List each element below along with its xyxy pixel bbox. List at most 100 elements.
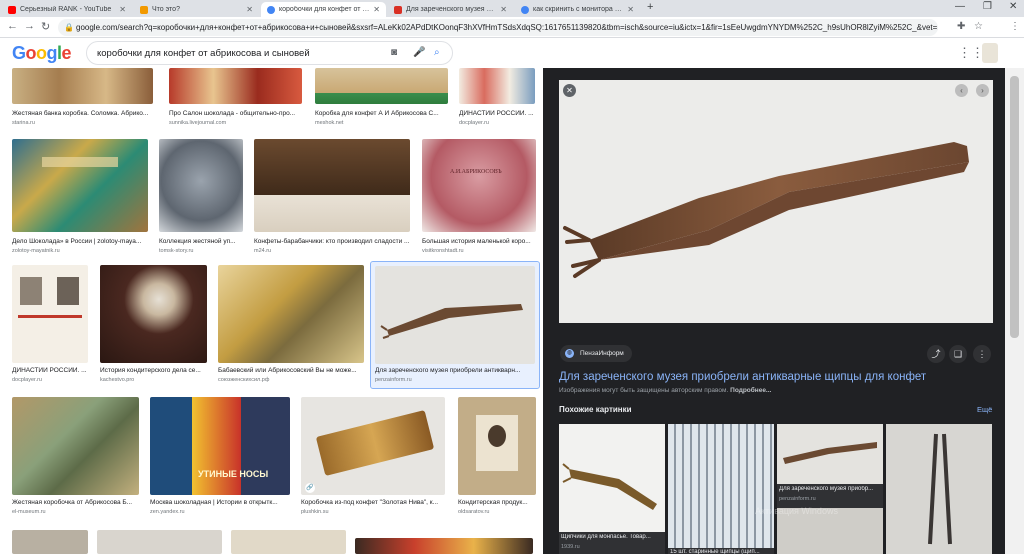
result-item[interactable]: А.И.АБРИКОСОВЪ Большая история маленькой… [422, 139, 538, 255]
extension-icon[interactable]: ✚ [957, 21, 965, 32]
result-item[interactable]: Коллекция жестяной уп... tomsk-story.ru [159, 139, 245, 255]
bookmark-icon[interactable]: ❑ [949, 345, 967, 363]
close-tab-icon[interactable]: ✕ [500, 5, 507, 14]
related-heading: Похожие картинки [559, 405, 632, 414]
minimize-icon[interactable]: — [955, 1, 965, 12]
tab-penzainform[interactable]: Для зареченского музея приобр...✕ [388, 2, 513, 17]
scrollbar-thumb[interactable] [1010, 76, 1019, 338]
result-thumbnail[interactable] [12, 68, 153, 104]
browser-tab-bar: Серьезный RANK - YouTube ✕ Что это? ✕ коро… [0, 0, 1024, 17]
related-item[interactable]: Щипчики для монпасье. Товар... 1939.ru [559, 424, 665, 554]
prev-image-icon[interactable]: ‹ [955, 84, 968, 97]
site-icon [140, 5, 148, 14]
result-item[interactable]: Про Салон шоколада - общительно-про... s… [169, 68, 304, 128]
result-item[interactable]: Кондитерская продук... oldsaratov.ru [458, 397, 538, 517]
result-thumbnail[interactable] [459, 68, 535, 104]
result-item-selected[interactable]: Для зареченского музея приобрели антиква… [370, 261, 540, 389]
result-thumbnail[interactable] [12, 139, 148, 232]
related-item[interactable]: Для зареченского музея приобр... penzain… [777, 424, 883, 554]
forward-icon[interactable]: → [24, 20, 35, 32]
more-options-icon[interactable]: ⋮ [973, 345, 991, 363]
related-thumbnail[interactable] [668, 424, 774, 548]
preview-title[interactable]: Для зареченского музея приобрели антиква… [559, 371, 926, 383]
scrollbar[interactable] [1005, 68, 1024, 554]
result-thumbnail[interactable] [12, 265, 88, 363]
close-tab-icon[interactable]: ✕ [246, 5, 253, 14]
related-thumbnail[interactable] [777, 424, 883, 484]
back-icon[interactable]: ← [7, 20, 18, 32]
url-field[interactable]: 🔒 google.com/search?q=коробочки+для+конф… [58, 19, 938, 36]
result-thumbnail[interactable]: А.И.АБРИКОСОВЪ [422, 139, 536, 232]
result-thumbnail[interactable]: УТИНЫЕ НОСЫ [150, 397, 290, 495]
related-thumbnail[interactable] [559, 424, 665, 532]
result-thumbnail[interactable] [218, 265, 364, 363]
result-thumbnail[interactable] [100, 265, 207, 363]
result-thumbnail[interactable] [12, 530, 88, 554]
result-thumbnail[interactable] [355, 538, 533, 554]
result-item[interactable]: ДИНАСТИИ РОССИИ. ... docplayer.ru [12, 265, 92, 385]
google-logo[interactable]: Google [12, 43, 72, 64]
star-icon[interactable]: ☆ [974, 21, 983, 32]
avatar[interactable] [982, 43, 998, 63]
site-icon [394, 5, 402, 14]
close-window-icon[interactable]: ✕ [1009, 1, 1017, 12]
result-thumbnail[interactable] [169, 68, 302, 104]
share-icon[interactable]: ⤴ [927, 345, 945, 363]
search-query[interactable]: коробочки для конфет от абрикосова и сын… [97, 48, 310, 59]
more-link[interactable]: Подробнее... [730, 387, 771, 394]
search-box[interactable]: коробочки для конфет от абрикосова и сын… [86, 41, 453, 65]
close-tab-icon[interactable]: ✕ [373, 5, 380, 14]
result-thumbnail[interactable] [254, 139, 410, 232]
close-icon[interactable]: ✕ [563, 84, 576, 97]
result-item[interactable]: Бабаевский или Абрикосовский Вы не може.… [218, 265, 366, 385]
address-bar-row: ← → ↻ 🔒 google.com/search?q=коробочки+дл… [0, 17, 1024, 38]
menu-icon[interactable]: ⋮ [1010, 21, 1020, 32]
result-item[interactable]: 🔗 Коробочка из-под конфет "Золотая Нива"… [301, 397, 447, 517]
tab-chto-eto[interactable]: Что это? ✕ [134, 2, 259, 17]
link-icon: 🔗 [305, 483, 315, 493]
related-item[interactable] [886, 424, 992, 554]
result-thumbnail[interactable] [458, 397, 536, 495]
new-tab-button[interactable]: + [647, 1, 653, 13]
google-icon [267, 5, 275, 14]
more-link[interactable]: Ещё [977, 405, 992, 414]
tab-youtube[interactable]: Серьезный RANK - YouTube ✕ [2, 2, 132, 17]
mic-icon[interactable]: 🎤 [413, 47, 425, 58]
result-thumbnail[interactable] [375, 266, 535, 364]
windows-activation-watermark: Активация Windows [755, 506, 838, 516]
tab-kak-skrinit[interactable]: как скринить с монитора на пк ✕ [515, 2, 640, 17]
search-icon[interactable]: ⌕ [434, 47, 440, 58]
result-item[interactable]: Коробка для конфет А И Абрикосова С... m… [315, 68, 450, 128]
source-chip[interactable]: ◍ ПензаИнформ [560, 345, 632, 362]
result-item[interactable]: История кондитерского дела се... kachest… [100, 265, 208, 385]
result-item[interactable]: Дело Шоколада» в России | zolotoy-maya..… [12, 139, 150, 255]
result-item[interactable]: Жестяная коробочка от Абрикосова Б... el… [12, 397, 142, 517]
camera-icon[interactable]: ◙ [391, 47, 397, 58]
result-thumbnail[interactable] [231, 530, 346, 554]
next-image-icon[interactable]: › [976, 84, 989, 97]
image-preview-panel: ✕ ‹ › ◍ ПензаИнформ ⤴ ❑ ⋮ Для зареченско… [543, 68, 1005, 555]
result-thumbnail[interactable] [159, 139, 243, 232]
result-item[interactable]: Конфеты-барабанчики: кто производил слад… [254, 139, 412, 255]
related-thumbnail[interactable] [886, 424, 992, 554]
copyright-note: Изображения могут быть защищены авторски… [559, 387, 772, 394]
reload-icon[interactable]: ↻ [41, 20, 50, 33]
result-item[interactable]: ДИНАСТИИ РОССИИ. ... docplayer.ru [459, 68, 537, 128]
apps-icon[interactable]: ⋮⋮ [958, 45, 984, 61]
tab-google-search[interactable]: коробочки для конфет от абри...✕ [261, 2, 386, 17]
preview-image[interactable]: ✕ ‹ › [559, 80, 993, 323]
result-thumbnail[interactable]: 🔗 [301, 397, 445, 495]
result-thumbnail[interactable] [315, 68, 448, 104]
close-tab-icon[interactable]: ✕ [119, 5, 126, 14]
result-item[interactable]: Жестяная банка коробка. Соломка. Абрико.… [12, 68, 157, 128]
image-results-grid: Жестяная банка коробка. Соломка. Абрико.… [0, 68, 543, 554]
globe-icon: ◍ [565, 349, 574, 358]
related-item[interactable]: 15 шт. старинные щипцы (щип... [668, 424, 774, 555]
result-thumbnail[interactable] [12, 397, 139, 495]
result-thumbnail[interactable] [97, 530, 222, 554]
maximize-icon[interactable]: ❐ [983, 1, 992, 12]
google-icon [521, 5, 529, 14]
result-item[interactable]: УТИНЫЕ НОСЫ Москва шоколадная | Истории … [150, 397, 292, 517]
lock-icon: 🔒 [64, 23, 74, 32]
close-tab-icon[interactable]: ✕ [627, 5, 634, 14]
